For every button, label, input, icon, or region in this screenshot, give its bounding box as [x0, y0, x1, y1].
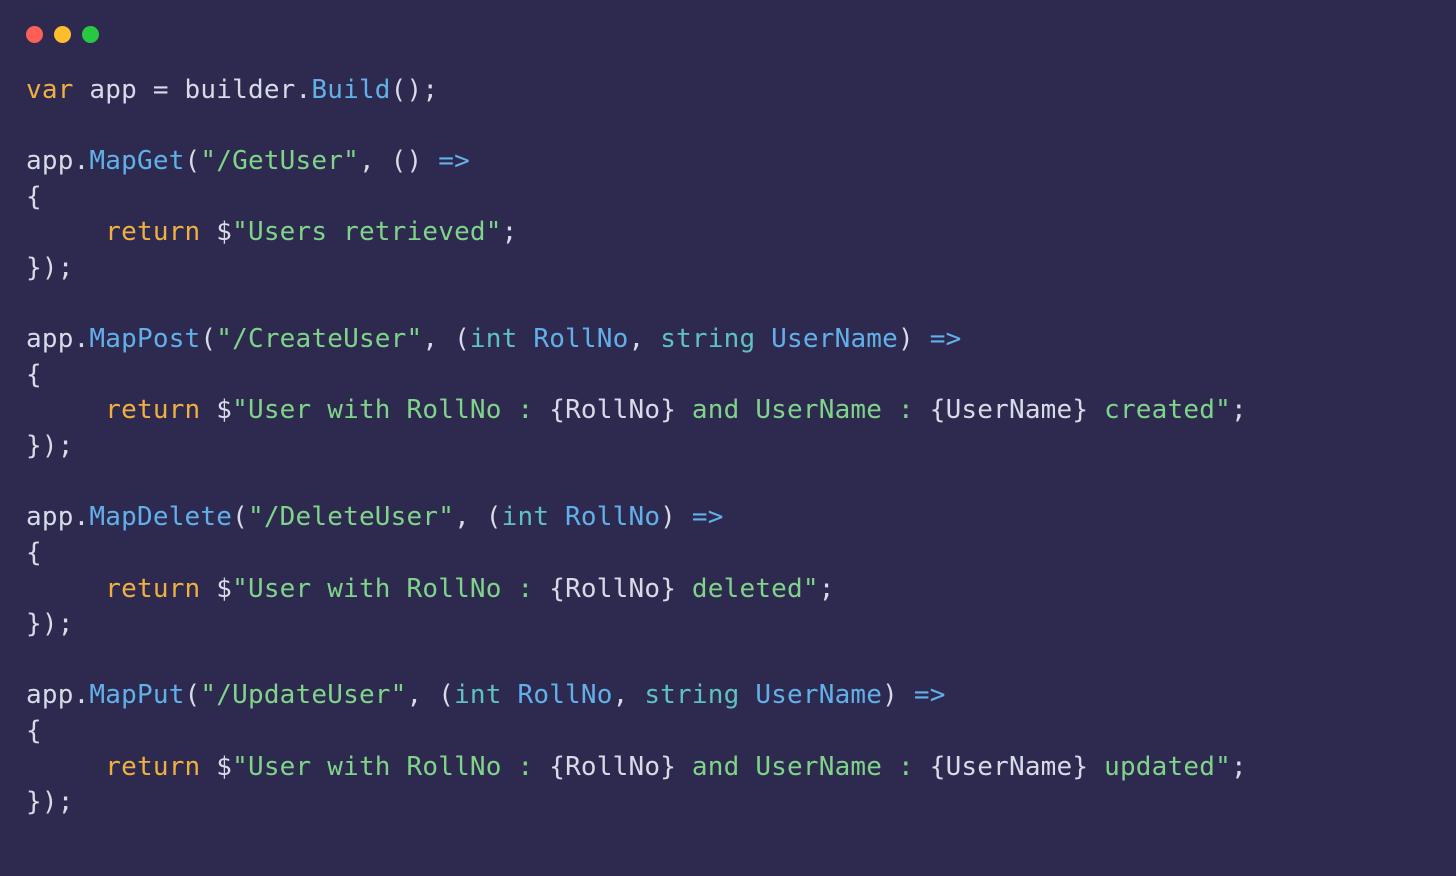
- code-line: return $"User with RollNo : {RollNo} and…: [26, 752, 1247, 782]
- code-line: var app = builder.Build();: [26, 75, 438, 105]
- code-line: {: [26, 538, 42, 568]
- window-titlebar: [0, 0, 1456, 43]
- code-window: var app = builder.Build(); app.MapGet("/…: [0, 0, 1456, 876]
- code-line: });: [26, 253, 74, 283]
- code-line: app.MapPut("/UpdateUser", (int RollNo, s…: [26, 680, 946, 710]
- code-line: return $"User with RollNo : {RollNo} del…: [26, 574, 835, 604]
- window-minimize-button[interactable]: [54, 26, 71, 43]
- code-line: });: [26, 609, 74, 639]
- code-line: return $"Users retrieved";: [26, 217, 518, 247]
- window-maximize-button[interactable]: [82, 26, 99, 43]
- code-line: app.MapGet("/GetUser", () =>: [26, 146, 470, 176]
- code-line: });: [26, 787, 74, 817]
- code-line: });: [26, 431, 74, 461]
- code-line: app.MapDelete("/DeleteUser", (int RollNo…: [26, 502, 724, 532]
- code-line: {: [26, 360, 42, 390]
- code-editor[interactable]: var app = builder.Build(); app.MapGet("/…: [0, 43, 1456, 821]
- code-line: {: [26, 182, 42, 212]
- code-line: return $"User with RollNo : {RollNo} and…: [26, 395, 1247, 425]
- window-close-button[interactable]: [26, 26, 43, 43]
- code-line: app.MapPost("/CreateUser", (int RollNo, …: [26, 324, 961, 354]
- code-line: {: [26, 716, 42, 746]
